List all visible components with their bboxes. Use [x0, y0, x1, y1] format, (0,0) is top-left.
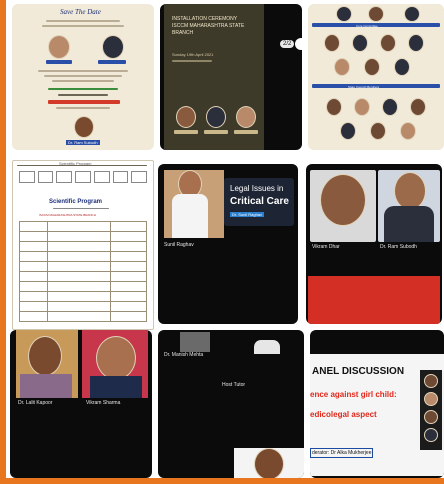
panel-moderator: derator: Dr Alka Mukherjee — [310, 448, 374, 458]
next-slide-button[interactable] — [295, 38, 302, 50]
guest-photo-right — [102, 35, 124, 59]
scientific-title: Scientific Program — [49, 199, 103, 205]
ceremony-guest-1 — [176, 106, 196, 128]
host-photo — [74, 116, 94, 138]
tile-video-blank: Dr. Manish Mehta Host Tutor — [158, 330, 304, 478]
invitation-title: Save The Date — [60, 8, 101, 16]
bottom-left-name: Dr. Lalit Kapoor — [18, 400, 53, 406]
shape-decor-top-right — [254, 340, 280, 354]
schedule-table — [19, 221, 147, 322]
orange-frame-bottom — [0, 478, 444, 484]
roster-section-council: State Council Members — [348, 85, 380, 89]
ceremony-guest-3 — [236, 106, 256, 128]
blank-center-name: Host Tutor — [222, 382, 246, 388]
participant-name-tag: Sunil Raghav — [164, 242, 194, 248]
slide-speaker-tag: Dr. Sunil Raghav — [230, 212, 265, 217]
roster-section-core: Core Committee — [356, 24, 378, 28]
orange-frame-left — [0, 0, 6, 484]
slide-page-badge[interactable]: 2/2 — [280, 40, 295, 48]
panel-thumbnail-column — [420, 370, 442, 450]
scientific-top-banner: Scientific Program — [59, 161, 92, 166]
tile-video-legal-issues: Legal Issues in Critical Care Dr. Sunil … — [158, 164, 298, 324]
slide-title-line1: Legal Issues in — [230, 184, 284, 193]
tile-committee-roster: Core Committee State Council Members — [308, 4, 444, 150]
bottom-left-participant-face — [28, 336, 62, 376]
tile-video-bottom-left: Dr. Lalit Kapoor Vikram Sharma — [10, 330, 152, 478]
guest-photo-left — [48, 35, 70, 59]
panel-topic-line1: ence against girl child: — [310, 390, 397, 399]
participant-left-name: Vikram Dhar — [312, 244, 340, 250]
participant-right-face — [394, 172, 426, 210]
tile-panel-discussion: ANEL DISCUSSION ence against girl child:… — [310, 330, 444, 478]
tile-invitation-poster: Save The Date Dr. Ram Subodh — [12, 4, 154, 150]
ceremony-guest-2 — [206, 106, 226, 128]
ceremony-date: Sunday 19th April 2021 — [172, 52, 214, 57]
blank-corner-face — [254, 448, 284, 478]
tile-scientific-program: Scientific Program Scientific Program IS… — [12, 160, 154, 330]
slide-title-line2: Critical Care — [230, 196, 289, 207]
bottom-right-participant-face — [96, 336, 136, 380]
panel-topic-line2: edicolegal aspect — [310, 410, 377, 419]
tile-video-two-participants: Vikram Dhar Dr. Ram Subodh — [306, 164, 442, 324]
bottom-right-name: Vikram Sharma — [86, 400, 121, 406]
tile-installation-ceremony: INSTALLATION CEREMONY ISCCM MAHARASHTRA … — [160, 4, 302, 150]
panel-heading: ANEL DISCUSSION — [312, 366, 405, 377]
participant-right-name: Dr. Ram Subodh — [380, 244, 417, 250]
participant-left-face — [320, 174, 366, 226]
invitation-footer: Dr. Ram Subodh — [66, 140, 100, 145]
scientific-subtitle: ISCCM MAHARASHTRA STATE BRANCH — [39, 213, 96, 217]
ceremony-title: INSTALLATION CEREMONY ISCCM MAHARASHTRA … — [172, 16, 245, 36]
blank-top-name: Dr. Manish Mehta — [164, 352, 204, 358]
